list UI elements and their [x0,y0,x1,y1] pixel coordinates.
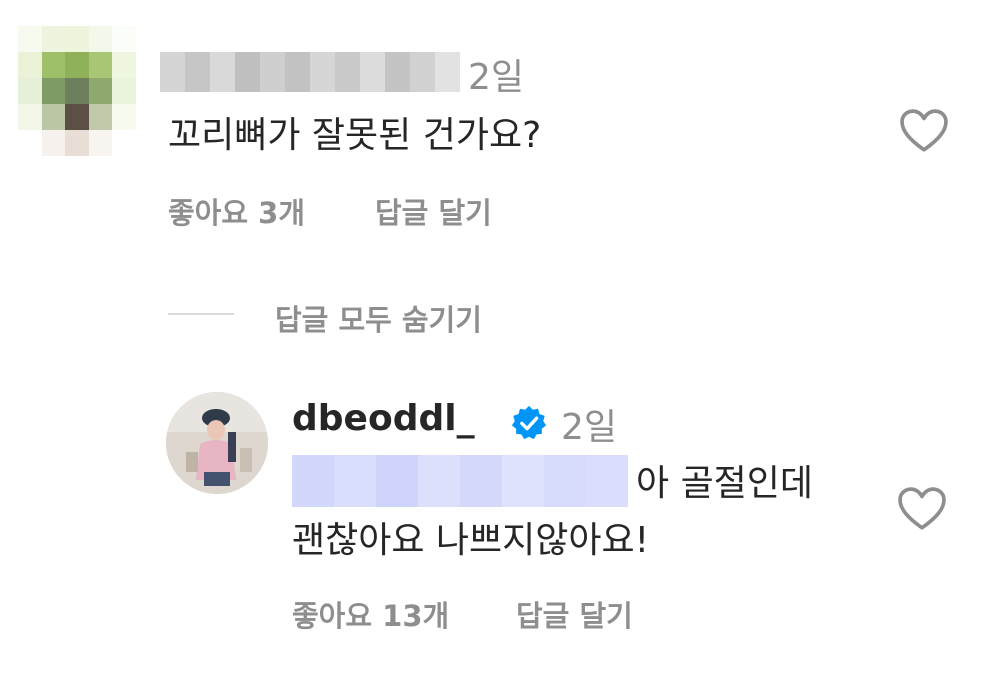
avatar[interactable] [166,392,268,494]
heart-icon[interactable] [898,108,950,154]
verified-badge-icon [511,405,547,440]
reply-text-line-2: 괜찮아요 나쁘지않아요! [292,520,650,561]
comment-timestamp: 2일 [468,57,525,98]
like-count[interactable]: 좋아요 13개 [292,593,449,635]
heart-icon[interactable] [896,486,948,532]
blurred-username[interactable] [160,52,460,92]
divider [168,313,234,315]
commenter-avatar[interactable] [18,26,136,156]
profile-photo [166,392,268,494]
reply-timestamp: 2일 [561,407,618,448]
hide-replies-button[interactable]: 답글 모두 숨기기 [275,297,482,339]
reply-text-line-1: 아 골절인데 [636,463,814,504]
blurred-mention[interactable] [292,455,628,507]
like-count[interactable]: 좋아요 3개 [168,190,305,232]
reply-button[interactable]: 답글 달기 [375,190,492,232]
comment-text: 꼬리뼈가 잘못된 건가요? [168,115,542,156]
reply-username[interactable]: dbeoddl_ [292,398,475,439]
reply-button[interactable]: 답글 달기 [516,593,633,635]
